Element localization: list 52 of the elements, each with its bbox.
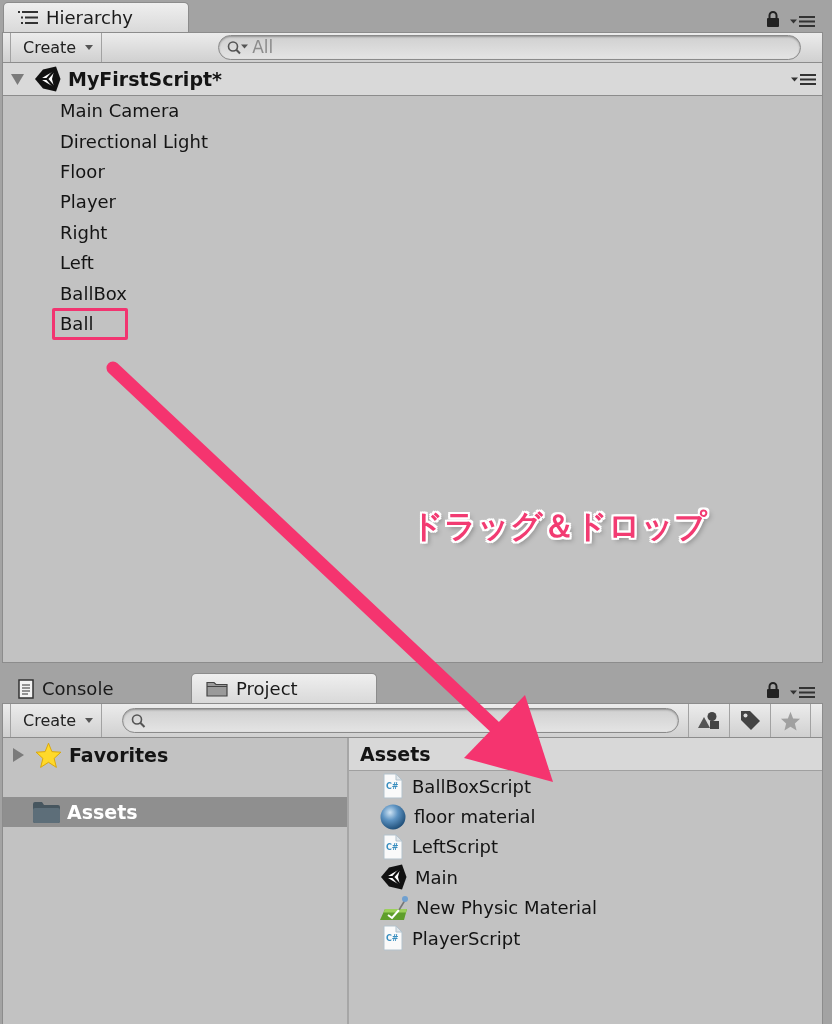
hierarchy-tab[interactable]: Hierarchy	[3, 2, 189, 32]
hierarchy-item[interactable]: BallBox	[60, 281, 127, 306]
hierarchy-item[interactable]: Right	[60, 220, 108, 245]
sphere-icon	[380, 803, 406, 830]
lock-icon	[766, 681, 780, 698]
hierarchy-item[interactable]: Ball	[52, 307, 129, 340]
asset-item[interactable]: floor material	[380, 803, 536, 831]
plate-with-pin-icon	[380, 894, 408, 921]
cube-icon	[380, 864, 407, 891]
document-icon	[18, 678, 34, 699]
script-file-icon	[383, 925, 403, 952]
cube-icon	[34, 66, 61, 92]
star-icon	[35, 742, 62, 768]
lock-icon	[766, 10, 780, 27]
menu-icon[interactable]	[791, 73, 816, 85]
expanded-arrow-icon[interactable]	[11, 73, 24, 85]
project-tab[interactable]: Project	[191, 673, 377, 703]
hierarchy-item[interactable]: Player	[60, 190, 116, 215]
favorites-item[interactable]: Favorites	[3, 740, 169, 770]
folder-icon	[33, 801, 60, 823]
hierarchy-item[interactable]: Main Camera	[60, 99, 180, 124]
caret-icon	[85, 45, 94, 50]
folder-icon	[206, 680, 228, 697]
search-field[interactable]	[122, 708, 679, 733]
hierarchy-item[interactable]: Left	[60, 251, 94, 276]
file-type-label: C#	[386, 842, 399, 852]
caret-icon	[85, 718, 94, 723]
create-button[interactable]: Create	[10, 704, 103, 737]
script-file-icon	[383, 833, 403, 860]
shapes-icon	[698, 711, 720, 730]
annotation-text: ドラッグ＆ドロップ	[411, 506, 707, 547]
star-icon	[780, 710, 801, 731]
search-icon	[227, 40, 250, 55]
asset-item[interactable]: C# PlayerScript	[380, 924, 521, 952]
search-icon	[131, 713, 147, 728]
script-file-icon	[383, 773, 403, 800]
asset-item[interactable]: C# LeftScript	[380, 833, 499, 861]
menu-icon[interactable]	[790, 687, 815, 698]
tag-icon	[739, 710, 761, 731]
search-field[interactable]: All	[218, 35, 801, 60]
asset-item[interactable]: New Physic Material	[380, 894, 598, 922]
asset-item[interactable]: Main	[380, 863, 458, 891]
file-type-label: C#	[386, 934, 399, 944]
console-tab[interactable]: Console	[3, 673, 189, 703]
hierarchy-item[interactable]: Floor	[60, 159, 105, 184]
scene-name: MyFirstScript*	[68, 66, 222, 92]
list-icon	[18, 10, 38, 25]
menu-icon[interactable]	[790, 16, 815, 27]
file-type-label: C#	[386, 782, 399, 792]
asset-item[interactable]: C# BallBoxScript	[380, 772, 532, 800]
create-button[interactable]: Create	[10, 33, 103, 62]
hierarchy-item[interactable]: Directional Light	[60, 129, 208, 154]
